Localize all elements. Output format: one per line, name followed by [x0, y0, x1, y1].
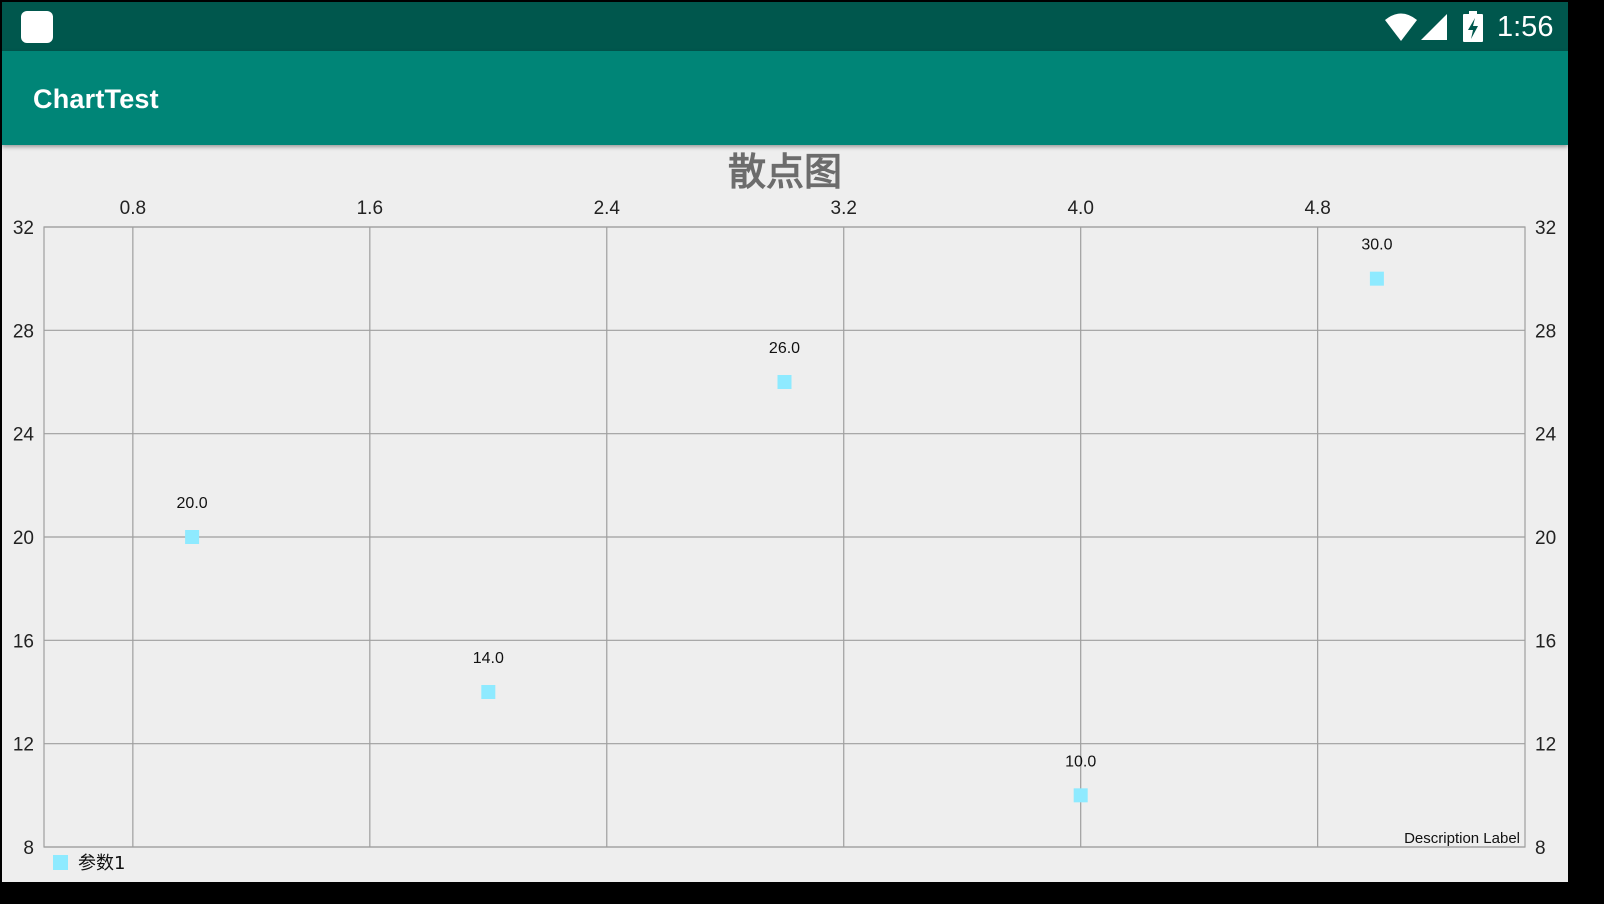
y-tick-label-right: 16 — [1535, 631, 1556, 652]
description-label: Description Label — [1404, 830, 1520, 847]
y-tick-label-right: 32 — [1535, 218, 1556, 239]
data-point — [185, 530, 200, 544]
x-tick-label: 4.0 — [1067, 198, 1093, 219]
y-tick-label-left: 20 — [13, 528, 34, 549]
device-screen: 1:56 ChartTest 散点图 32 32 28 28 24 24 20 20 16 16 1… — [2, 2, 1568, 882]
y-tick-label-left: 24 — [13, 425, 35, 446]
legend-label: 参数1 — [78, 853, 125, 874]
y-tick-label-left: 16 — [13, 631, 34, 652]
y-tick-label-right: 28 — [1535, 321, 1556, 342]
data-label: 10.0 — [1065, 753, 1096, 770]
data-label: 20.0 — [177, 495, 208, 512]
scatter-chart[interactable]: 32 32 28 28 24 24 20 20 16 16 12 12 8 8 0.8 1.6 2.4 3.2 4.… — [2, 2, 1568, 882]
data-label: 30.0 — [1361, 237, 1392, 254]
data-point — [1369, 271, 1384, 286]
x-tick-label: 4.8 — [1304, 198, 1330, 219]
data-label: 14.0 — [473, 650, 504, 667]
y-tick-label-right: 12 — [1535, 735, 1556, 756]
x-tick-label: 3.2 — [831, 198, 857, 219]
y-tick-label-right: 8 — [1535, 838, 1546, 859]
x-tick-label: 0.8 — [120, 198, 146, 219]
y-tick-label-left: 12 — [13, 735, 34, 756]
data-point — [1073, 788, 1088, 803]
data-point — [777, 375, 792, 389]
y-tick-label-right: 20 — [1535, 528, 1556, 549]
legend-swatch — [53, 855, 68, 870]
x-tick-label: 2.4 — [594, 198, 621, 219]
data-point — [481, 685, 496, 699]
x-tick-label: 1.6 — [357, 198, 383, 219]
y-tick-label-left: 28 — [13, 321, 34, 342]
y-tick-label-left: 8 — [23, 838, 34, 859]
y-tick-label-right: 24 — [1535, 425, 1557, 446]
data-label: 26.0 — [769, 340, 800, 357]
y-tick-label-left: 32 — [13, 218, 34, 239]
